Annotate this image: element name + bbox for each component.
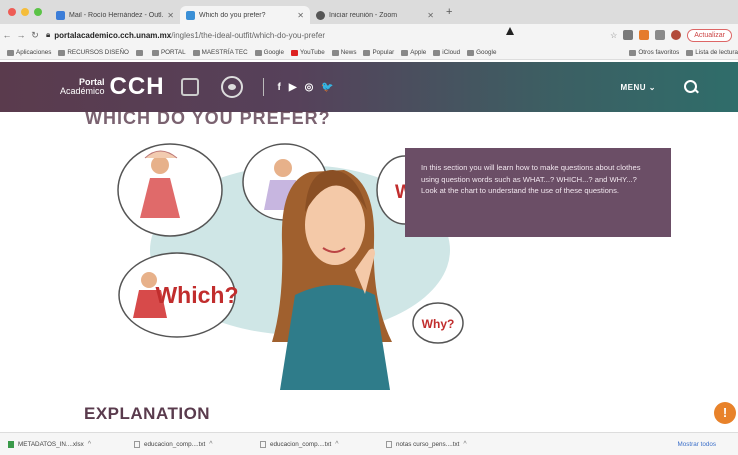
bookmark-item[interactable]: Apple: [401, 49, 426, 56]
social-links: f ▶ ◎ 🐦: [278, 82, 334, 93]
why-bubble: Why?: [412, 302, 464, 344]
download-item[interactable]: METADATOS_IN....xlsx ^: [8, 440, 126, 448]
portal-logo[interactable]: Portal Académico CCH: [60, 73, 165, 101]
apps-icon: [7, 49, 14, 56]
tab-mail[interactable]: Mail - Rocío Hernández - Outl... ✕: [50, 6, 180, 24]
bookmark-item[interactable]: Popular: [363, 49, 394, 56]
bookmark-item[interactable]: PORTAL: [151, 49, 186, 56]
bookmark-item[interactable]: YouTube: [290, 49, 325, 56]
map-pin-icon: [254, 49, 262, 56]
instagram-icon[interactable]: ◎: [305, 82, 314, 93]
google-icon: [135, 49, 143, 56]
bookmarks-bar: Aplicaciones RECURSOS DISEÑO PORTAL MAES…: [0, 46, 738, 60]
download-item[interactable]: educacion_comp....txt ^: [260, 440, 378, 448]
zoom-icon: [316, 10, 325, 20]
puzzle-icon[interactable]: [655, 30, 666, 40]
bookmark-item[interactable]: RECURSOS DISEÑO: [58, 49, 129, 56]
tab-title: Which do you prefer?: [199, 11, 266, 19]
twitter-icon[interactable]: 🐦: [321, 82, 333, 93]
youtube-icon: [290, 49, 298, 56]
browser-tab-bar: Mail - Rocío Hernández - Outl... ✕ Which…: [0, 0, 738, 24]
url-field[interactable]: 🔒︎ portalacademico.cch.unam.mx/ingles1/t…: [46, 30, 610, 40]
youtube-icon[interactable]: ▶: [289, 82, 297, 93]
why-bubble-text: Why?: [422, 317, 455, 331]
update-button[interactable]: Actualizar: [687, 28, 732, 42]
maximize-window-button[interactable]: [34, 8, 42, 16]
file-icon: [260, 440, 266, 448]
chevron-up-icon[interactable]: ^: [209, 441, 212, 448]
cch-logo: CCH: [109, 73, 165, 100]
reload-icon[interactable]: ↻: [28, 30, 42, 41]
chevron-up-icon[interactable]: ^: [335, 441, 338, 448]
which-bubble-text: Which?: [155, 282, 238, 308]
back-arrow-icon[interactable]: ←: [0, 30, 14, 40]
new-tab-button[interactable]: +: [446, 6, 452, 18]
star-icon[interactable]: ☆: [610, 31, 617, 40]
window-controls: [8, 8, 42, 16]
unam-seal-icon[interactable]: [180, 78, 199, 96]
address-bar-row: ← → ↻ 🔒︎ portalacademico.cch.unam.mx/ing…: [0, 24, 738, 46]
url-domain: portalacademico.cch.unam.mx: [54, 30, 172, 40]
facebook-icon[interactable]: f: [278, 82, 281, 93]
google-icon: [467, 49, 475, 56]
menu-button[interactable]: MENU ⌄: [621, 83, 656, 92]
explanation-heading: EXPLANATION: [84, 404, 211, 423]
download-item[interactable]: educacion_comp....txt ^: [134, 440, 252, 448]
thought-bubble-1: [117, 143, 223, 237]
folder-icon: [331, 49, 339, 56]
site-header: Portal Académico CCH f ▶ ◎ 🐦 MENU ⌄: [0, 62, 738, 112]
chevron-up-icon[interactable]: ^: [463, 441, 466, 448]
avatar[interactable]: [671, 30, 682, 40]
cch-emblem-icon[interactable]: [220, 76, 243, 98]
close-tab-icon[interactable]: ✕: [167, 11, 174, 20]
close-tab-icon[interactable]: ✕: [427, 11, 434, 20]
page-icon: [151, 49, 159, 56]
folder-icon: [363, 49, 371, 56]
header-divider: [262, 78, 264, 96]
file-icon: [8, 440, 14, 448]
url-path: /ingles1/the-ideal-outfit/which-do-you-p…: [171, 30, 326, 40]
chevron-up-icon[interactable]: ^: [88, 441, 91, 448]
page-icon: [186, 10, 195, 20]
folder-icon: [58, 49, 66, 56]
bookmark-item[interactable]: News: [331, 49, 356, 56]
downloads-bar: METADATOS_IN....xlsx ^ educacion_comp....…: [0, 432, 738, 455]
bookmark-item[interactable]: Google: [254, 49, 284, 56]
logo-text: Portal Académico: [60, 77, 105, 96]
folder-icon: [629, 49, 637, 56]
tab-title: Iniciar reunión - Zoom: [329, 11, 398, 19]
bookmark-item[interactable]: Aplicaciones: [7, 49, 51, 56]
show-all-downloads-link[interactable]: Mostrar todos: [678, 441, 717, 448]
apple-icon: [401, 49, 409, 56]
folder-icon: [192, 49, 200, 56]
info-box: In this section you will learn how to ma…: [405, 148, 671, 237]
forward-arrow-icon[interactable]: →: [14, 30, 28, 40]
list-icon: [686, 49, 694, 56]
bookmark-item[interactable]: [135, 49, 145, 56]
apple-icon: [433, 49, 441, 56]
close-tab-icon[interactable]: ✕: [297, 11, 304, 20]
mouse-cursor: [506, 27, 514, 35]
tab-which-do-you-prefer[interactable]: Which do you prefer? ✕: [180, 6, 310, 24]
help-button[interactable]: !: [714, 402, 736, 424]
close-window-button[interactable]: [8, 8, 16, 16]
file-icon: [386, 440, 392, 448]
bookmark-item[interactable]: MAESTRÍA TEC: [192, 49, 248, 56]
bookmark-reading-list[interactable]: Lista de lectura: [686, 49, 738, 56]
extension-icon[interactable]: [623, 30, 634, 40]
tab-zoom[interactable]: Iniciar reunión - Zoom ✕: [310, 6, 440, 24]
download-item[interactable]: notas curso_pens....txt ^: [386, 440, 504, 448]
extension-icon[interactable]: [639, 30, 650, 40]
tab-title: Mail - Rocío Hernández - Outl...: [69, 11, 164, 19]
file-icon: [134, 440, 140, 448]
lock-icon: 🔒︎: [46, 30, 51, 39]
search-icon[interactable]: [684, 80, 698, 94]
mail-icon: [56, 10, 65, 20]
minimize-window-button[interactable]: [21, 8, 29, 16]
bookmark-item[interactable]: iCloud: [433, 49, 460, 56]
bookmark-other-favorites[interactable]: Otros favoritos: [629, 49, 679, 56]
bookmark-item[interactable]: Google: [467, 49, 496, 56]
